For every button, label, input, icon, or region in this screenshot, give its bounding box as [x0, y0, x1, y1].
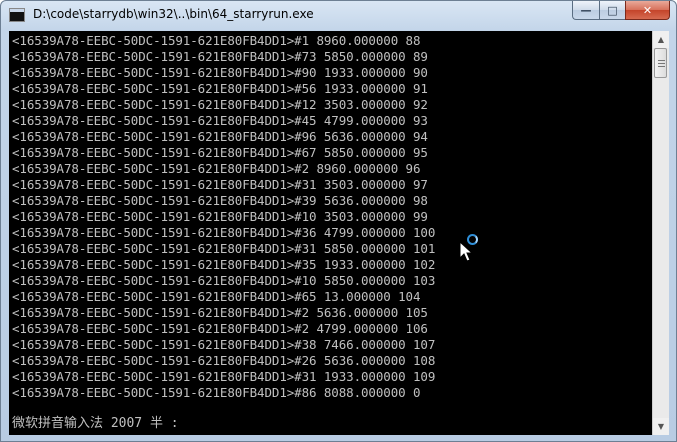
console-line: <16539A78-EEBC-50DC-1591-621E80FB4DD1>#6… — [12, 145, 428, 160]
console-output[interactable]: <16539A78-EEBC-50DC-1591-621E80FB4DD1>#1… — [9, 31, 652, 435]
busy-pointer-icon — [459, 241, 474, 262]
console-icon[interactable] — [9, 8, 25, 22]
window-title: D:\code\starrydb\win32\..\bin\64_starryr… — [33, 7, 314, 21]
console-line: <16539A78-EEBC-50DC-1591-621E80FB4DD1>#7… — [12, 49, 428, 64]
maximize-button[interactable]: □ — [599, 1, 625, 20]
console-line: <16539A78-EEBC-50DC-1591-621E80FB4DD1>#1… — [12, 33, 421, 48]
vertical-scrollbar[interactable]: ▲ ▼ — [652, 31, 669, 435]
console-line: <16539A78-EEBC-50DC-1591-621E80FB4DD1>#2… — [12, 321, 428, 336]
console-line: <16539A78-EEBC-50DC-1591-621E80FB4DD1>#9… — [12, 65, 428, 80]
console-window: D:\code\starrydb\win32\..\bin\64_starryr… — [0, 0, 677, 442]
console-line: <16539A78-EEBC-50DC-1591-621E80FB4DD1>#9… — [12, 129, 428, 144]
console-line: <16539A78-EEBC-50DC-1591-621E80FB4DD1>#3… — [12, 337, 436, 352]
console-line: <16539A78-EEBC-50DC-1591-621E80FB4DD1>#3… — [12, 241, 436, 256]
title-bar[interactable]: D:\code\starrydb\win32\..\bin\64_starryr… — [1, 1, 676, 31]
console-line: <16539A78-EEBC-50DC-1591-621E80FB4DD1>#3… — [12, 369, 436, 384]
grip-line — [658, 60, 665, 61]
console-line: <16539A78-EEBC-50DC-1591-621E80FB4DD1>#1… — [12, 97, 428, 112]
close-button[interactable]: ✕ — [625, 1, 670, 20]
console-line: <16539A78-EEBC-50DC-1591-621E80FB4DD1>#2… — [12, 353, 436, 368]
scroll-down-arrow-icon[interactable]: ▼ — [653, 418, 669, 435]
caption-buttons: — □ ✕ — [572, 1, 670, 20]
console-line: <16539A78-EEBC-50DC-1591-621E80FB4DD1>#8… — [12, 385, 421, 400]
scrollbar-thumb[interactable] — [654, 48, 667, 78]
console-line: <16539A78-EEBC-50DC-1591-621E80FB4DD1>#3… — [12, 225, 436, 240]
scroll-up-arrow-icon[interactable]: ▲ — [653, 31, 669, 48]
grip-line — [658, 63, 665, 64]
minimize-button[interactable]: — — [572, 1, 599, 20]
console-line: <16539A78-EEBC-50DC-1591-621E80FB4DD1>#4… — [12, 113, 428, 128]
console-line: <16539A78-EEBC-50DC-1591-621E80FB4DD1>#3… — [12, 257, 436, 272]
console-line: <16539A78-EEBC-50DC-1591-621E80FB4DD1>#6… — [12, 289, 421, 304]
console-line: <16539A78-EEBC-50DC-1591-621E80FB4DD1>#2… — [12, 161, 421, 176]
ime-status-bar: 微软拼音输入法 2007 半 : — [12, 416, 179, 431]
console-line: <16539A78-EEBC-50DC-1591-621E80FB4DD1>#1… — [12, 209, 428, 224]
console-line: <16539A78-EEBC-50DC-1591-621E80FB4DD1>#1… — [12, 273, 436, 288]
grip-line — [658, 66, 665, 67]
console-line: <16539A78-EEBC-50DC-1591-621E80FB4DD1>#3… — [12, 193, 428, 208]
console-line: <16539A78-EEBC-50DC-1591-621E80FB4DD1>#3… — [12, 177, 428, 192]
console-line: <16539A78-EEBC-50DC-1591-621E80FB4DD1>#5… — [12, 81, 428, 96]
console-line: <16539A78-EEBC-50DC-1591-621E80FB4DD1>#2… — [12, 305, 428, 320]
